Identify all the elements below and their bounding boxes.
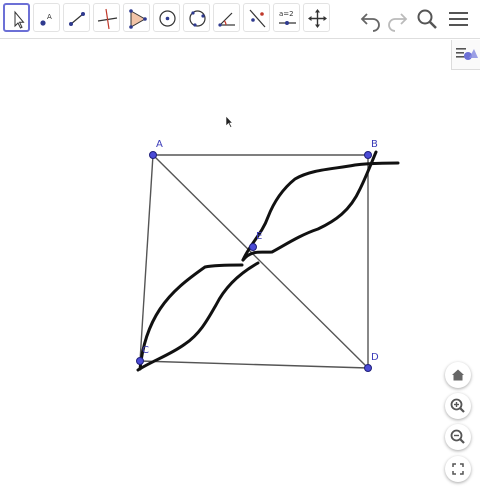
circle-three-points-icon (189, 10, 206, 27)
freehand-lower-curve (138, 263, 244, 371)
hamburger-menu-icon[interactable] (447, 6, 471, 32)
circle-center-icon (159, 10, 176, 27)
toolbar: A a=2 (0, 0, 480, 38)
segment-tool-button[interactable] (63, 3, 90, 32)
angle-tool-button[interactable] (213, 3, 240, 32)
slider-icon: a=2 (279, 10, 296, 25)
perpendicular-tool-button[interactable] (93, 3, 120, 32)
point-c[interactable] (136, 357, 144, 365)
label-a: A (156, 139, 163, 150)
slider-tool-label: a=2 (279, 10, 294, 18)
segment-icon (69, 12, 85, 26)
undo-icon[interactable] (359, 6, 383, 32)
fullscreen-button[interactable] (445, 456, 471, 482)
algebra-view-toggle[interactable] (451, 40, 480, 70)
segment-cd[interactable] (139, 360, 369, 369)
point-e[interactable] (249, 243, 257, 251)
algebra-view-toggle-icon (456, 48, 478, 60)
point-tool-label: A (47, 13, 52, 21)
label-e: E (256, 231, 262, 242)
move-graphics-tool-button[interactable] (303, 3, 330, 32)
perpendicular-line-icon (97, 8, 118, 30)
point-a[interactable] (149, 151, 157, 159)
point-d[interactable] (364, 364, 372, 372)
polygon-icon (129, 9, 147, 29)
point-b[interactable] (364, 151, 372, 159)
zoom-in-button[interactable] (445, 393, 471, 419)
polygon-tool-button[interactable] (123, 3, 150, 32)
slider-tool-button[interactable]: a=2 (273, 3, 300, 32)
label-d: D (371, 352, 379, 363)
search-icon[interactable] (415, 6, 439, 32)
zoom-out-icon (450, 429, 465, 444)
point-tool-button[interactable]: A (33, 3, 60, 32)
fullscreen-icon (452, 463, 464, 475)
label-b: B (371, 139, 378, 150)
graphics-view[interactable]: A B C D E (0, 39, 480, 494)
freehand-upper-curve (241, 161, 400, 262)
redo-icon[interactable] (385, 6, 409, 32)
circle-three-points-tool-button[interactable] (183, 3, 210, 32)
reflect-icon (249, 9, 266, 28)
freehand-upper-lower-edge (241, 150, 378, 262)
geometry-canvas[interactable]: A B C D E (0, 39, 480, 494)
move-graphics-icon (308, 9, 327, 28)
label-c: C (142, 345, 149, 356)
zoom-in-icon (450, 398, 465, 413)
home-icon (452, 369, 464, 381)
diagonal-ad[interactable] (152, 154, 369, 369)
freehand-strokes[interactable] (136, 150, 400, 372)
home-button[interactable] (445, 362, 471, 388)
zoom-out-button[interactable] (445, 424, 471, 450)
point-icon: A (40, 13, 52, 26)
mouse-cursor-icon (225, 115, 234, 128)
circle-tool-button[interactable] (153, 3, 180, 32)
reflect-tool-button[interactable] (243, 3, 270, 32)
pointer-arrow-icon (14, 10, 25, 29)
move-tool-button[interactable] (3, 3, 30, 32)
segment-ac[interactable] (139, 154, 154, 362)
angle-icon (218, 12, 235, 27)
